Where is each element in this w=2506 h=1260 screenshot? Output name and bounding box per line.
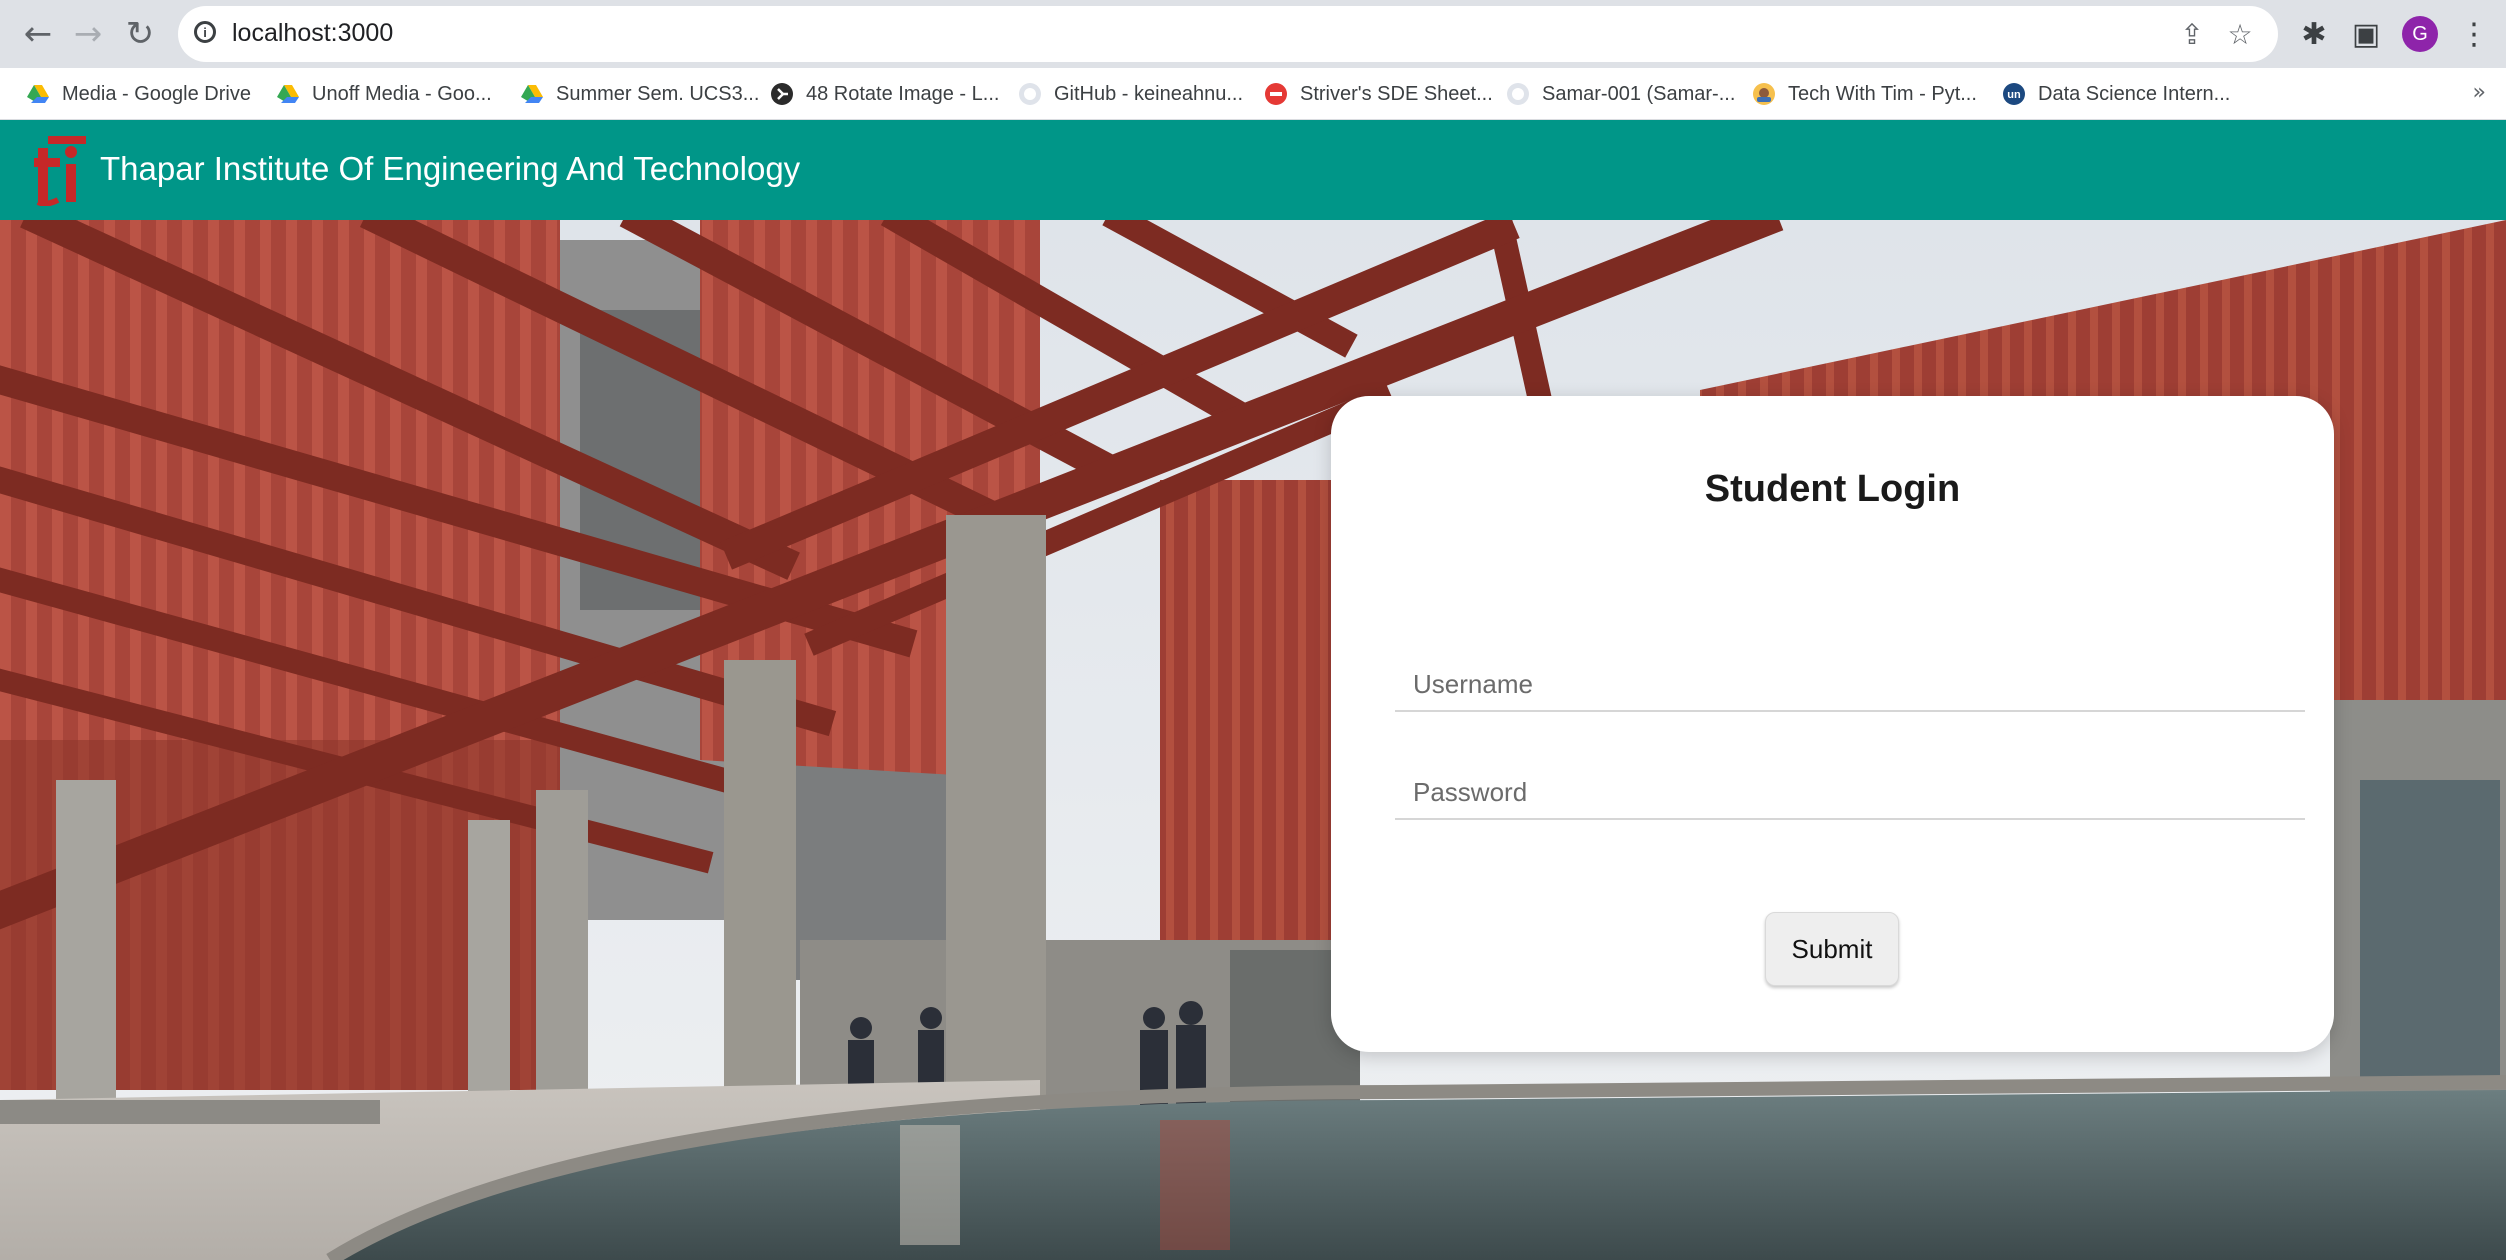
bookmark-item[interactable]: un Data Science Intern... xyxy=(2002,78,2230,110)
forward-icon[interactable]: → xyxy=(64,10,112,58)
username-field[interactable] xyxy=(1395,658,2305,712)
google-drive-icon xyxy=(277,85,299,103)
bookmark-star-icon[interactable]: ☆ xyxy=(2222,16,2258,52)
thapar-logo xyxy=(34,136,86,206)
address-bar[interactable]: i localhost:3000 ⇪ ☆ xyxy=(178,6,2278,62)
bookmark-label: Data Science Intern... xyxy=(2038,82,2231,105)
profile-avatar[interactable]: G xyxy=(2402,16,2438,52)
bookmark-item[interactable]: GitHub - keineahnu... xyxy=(1018,78,1243,110)
site-info-icon[interactable]: i xyxy=(194,21,216,43)
leetcode-icon xyxy=(771,83,793,105)
bookmark-item[interactable]: Summer Sem. UCS3... xyxy=(520,78,759,110)
bookmark-label: 48 Rotate Image - L... xyxy=(806,82,1000,105)
bookmarks-bar: Media - Google Drive Unoff Media - Goo..… xyxy=(0,68,2506,120)
svg-text:un: un xyxy=(2007,89,2021,101)
tuf-icon xyxy=(1265,83,1287,105)
side-panel-icon[interactable]: ▣ xyxy=(2342,10,2390,58)
google-drive-icon xyxy=(27,85,49,103)
share-icon[interactable]: ⇪ xyxy=(2174,16,2210,52)
bookmark-label: Summer Sem. UCS3... xyxy=(556,82,760,105)
unstop-icon: un xyxy=(2003,83,2025,105)
bookmark-item[interactable]: Striver's SDE Sheet... xyxy=(1264,78,1493,110)
github-icon xyxy=(1507,83,1529,105)
google-drive-icon xyxy=(521,85,543,103)
bookmark-item[interactable]: 48 Rotate Image - L... xyxy=(770,78,999,110)
login-title: Student Login xyxy=(1704,468,1961,510)
menu-kebab-icon[interactable]: ⋮ xyxy=(2450,10,2498,58)
bookmark-label: Unoff Media - Goo... xyxy=(312,82,492,105)
tech-with-tim-icon xyxy=(1753,83,1775,105)
bookmark-item[interactable]: Tech With Tim - Pyt... xyxy=(1752,78,1977,110)
password-field[interactable] xyxy=(1395,766,2305,820)
username-input[interactable] xyxy=(1395,658,2305,710)
login-card: Student Login Submit xyxy=(1331,396,2334,1052)
browser-toolbar: ← → ↻ i localhost:3000 ⇪ ☆ ✱ ▣ G ⋮ xyxy=(0,0,2506,68)
address-bar-url[interactable]: localhost:3000 xyxy=(232,19,393,48)
back-icon[interactable]: ← xyxy=(14,10,62,58)
bookmark-label: GitHub - keineahnu... xyxy=(1054,82,1243,105)
password-input[interactable] xyxy=(1395,766,2305,818)
submit-button[interactable]: Submit xyxy=(1765,912,1899,986)
bookmark-label: Striver's SDE Sheet... xyxy=(1300,82,1493,105)
app-header: Thapar Institute Of Engineering And Tech… xyxy=(0,120,2506,220)
bookmark-label: Media - Google Drive xyxy=(62,82,251,105)
extensions-icon[interactable]: ✱ xyxy=(2290,10,2338,58)
bookmark-item[interactable]: Unoff Media - Goo... xyxy=(276,78,492,110)
github-icon xyxy=(1019,83,1041,105)
more-bookmarks-icon[interactable]: » xyxy=(2473,80,2486,105)
bookmark-label: Samar-001 (Samar-... xyxy=(1542,82,1736,105)
app-title: Thapar Institute Of Engineering And Tech… xyxy=(100,150,801,187)
reload-icon[interactable]: ↻ xyxy=(116,10,164,58)
bookmark-item[interactable]: Samar-001 (Samar-... xyxy=(1506,78,1735,110)
bookmark-item[interactable]: Media - Google Drive xyxy=(26,78,251,110)
bookmark-label: Tech With Tim - Pyt... xyxy=(1788,82,1977,105)
